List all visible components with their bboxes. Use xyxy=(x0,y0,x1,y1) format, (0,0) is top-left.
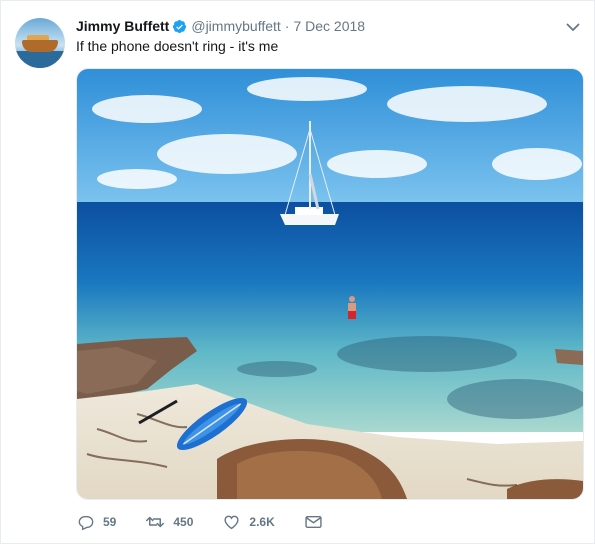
author-handle[interactable]: @jimmybuffett xyxy=(191,18,280,34)
reply-count: 59 xyxy=(103,515,117,529)
retweet-count: 450 xyxy=(173,515,194,529)
separator-dot: · xyxy=(284,18,290,34)
avatar-boat xyxy=(22,40,58,52)
chevron-down-icon[interactable] xyxy=(563,19,583,35)
verified-badge-icon xyxy=(172,19,187,34)
tweet-actions: 59 450 2.6K xyxy=(78,513,331,531)
like-button[interactable]: 2.6K xyxy=(223,514,275,530)
reply-icon xyxy=(78,516,94,530)
tweet-photo[interactable] xyxy=(76,68,584,500)
tweet-header: Jimmy Buffett @jimmybuffett · 7 Dec 2018 xyxy=(76,16,365,36)
avatar[interactable] xyxy=(15,18,65,68)
avatar-sea xyxy=(15,51,65,68)
tweet-date[interactable]: 7 Dec 2018 xyxy=(293,18,365,34)
tweet-card[interactable]: Jimmy Buffett @jimmybuffett · 7 Dec 2018… xyxy=(0,0,595,544)
tweet-text: If the phone doesn't ring - it's me xyxy=(76,38,279,54)
envelope-icon xyxy=(305,515,322,529)
direct-message-button[interactable] xyxy=(305,515,331,529)
retweet-button[interactable]: 450 xyxy=(146,514,193,530)
reply-button[interactable]: 59 xyxy=(78,514,116,530)
retweet-icon xyxy=(146,516,165,528)
author-name[interactable]: Jimmy Buffett xyxy=(76,18,169,34)
heart-icon xyxy=(224,515,239,530)
like-count: 2.6K xyxy=(249,515,275,529)
